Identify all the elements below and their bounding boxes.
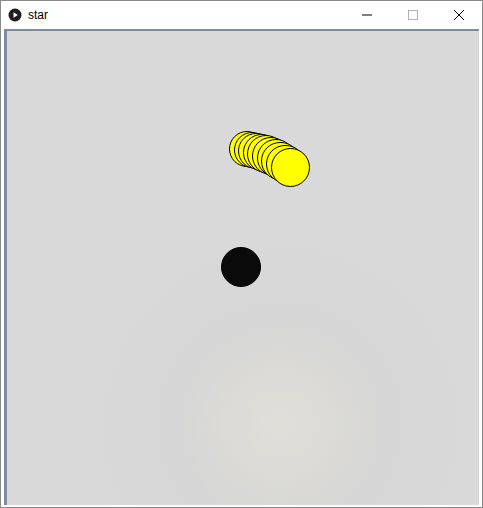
minimize-icon <box>362 10 372 20</box>
sketch-canvas[interactable] <box>4 29 479 505</box>
maximize-button <box>390 1 436 29</box>
maximize-icon <box>408 10 418 20</box>
minimize-button[interactable] <box>344 1 390 29</box>
title-bar[interactable]: star <box>1 1 482 29</box>
close-button[interactable] <box>436 1 482 29</box>
processing-icon <box>8 8 22 22</box>
window-title: star <box>28 6 48 24</box>
star-ball <box>271 148 310 187</box>
close-icon <box>454 10 464 20</box>
center-dot <box>221 247 261 287</box>
app-window: star <box>0 0 483 508</box>
